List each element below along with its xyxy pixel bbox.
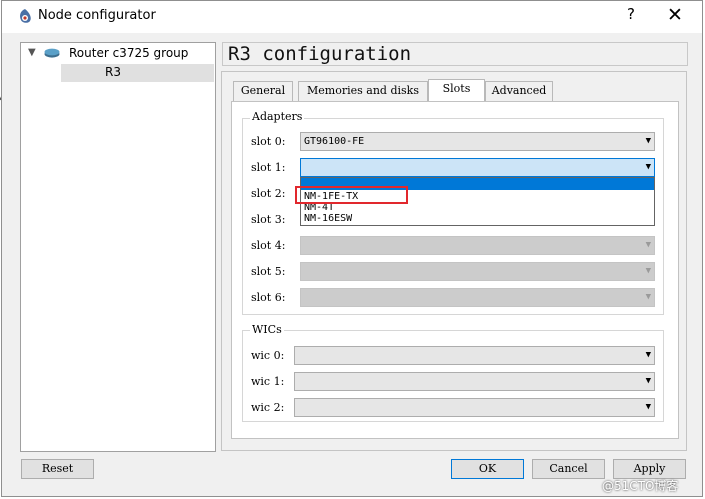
apply-button[interactable]: Apply	[613, 459, 686, 479]
router-icon	[44, 48, 60, 58]
chevron-down-icon: ▼	[645, 162, 651, 172]
annotation-highlight-box	[295, 186, 408, 204]
reset-button[interactable]: Reset	[21, 459, 94, 479]
dropdown-option-nm-16esw[interactable]: NM-16ESW	[304, 213, 352, 224]
slot-2-label: slot 2:	[251, 187, 286, 200]
chevron-down-icon: ▼	[645, 136, 651, 146]
node-configurator-window: Node configurator ? ✕ ▼ Router c3725 gro…	[1, 0, 703, 497]
chevron-down-icon[interactable]: ▼	[28, 47, 36, 58]
wic-1-select[interactable]: ▼	[294, 372, 655, 391]
slot-3-label: slot 3:	[251, 213, 286, 226]
wic-1-label: wic 1:	[251, 375, 285, 388]
chevron-down-icon: ▼	[645, 350, 651, 360]
node-tree[interactable]: ▼ Router c3725 group R3	[20, 42, 216, 452]
slot-1-select[interactable]: ▼	[300, 158, 655, 177]
title-bar: Node configurator ? ✕	[2, 1, 702, 33]
slot-4-select: ▼	[300, 236, 655, 255]
cancel-button[interactable]: Cancel	[532, 459, 605, 479]
wic-2-label: wic 2:	[251, 401, 285, 414]
ok-button[interactable]: OK	[451, 459, 524, 479]
help-button[interactable]: ?	[621, 5, 641, 27]
window-title: Node configurator	[38, 8, 156, 23]
tab-memories-and-disks[interactable]: Memories and disks	[298, 81, 428, 101]
slot-6-select: ▼	[300, 288, 655, 307]
chevron-down-icon: ▼	[645, 402, 651, 412]
watermark: @51CTO博客	[602, 479, 679, 493]
wics-group-title: WICs	[250, 323, 284, 336]
wic-0-label: wic 0:	[251, 349, 285, 362]
adapters-group-title: Adapters	[250, 110, 305, 123]
slot-1-label: slot 1:	[251, 161, 286, 174]
slot-5-select: ▼	[300, 262, 655, 281]
slot-0-label: slot 0:	[251, 135, 286, 148]
slot-6-label: slot 6:	[251, 291, 286, 304]
close-button[interactable]: ✕	[662, 4, 688, 28]
slot-5-label: slot 5:	[251, 265, 286, 278]
slot-0-select[interactable]: GT96100-FE ▼	[300, 132, 655, 151]
wic-0-select[interactable]: ▼	[294, 346, 655, 365]
tree-item-label: R3	[105, 65, 121, 79]
slot-4-label: slot 4:	[251, 239, 286, 252]
tree-item-r3[interactable]: R3	[61, 64, 214, 82]
chevron-down-icon: ▼	[645, 292, 651, 302]
chevron-down-icon: ▼	[645, 266, 651, 276]
tab-advanced[interactable]: Advanced	[485, 81, 553, 101]
tab-general[interactable]: General	[233, 81, 293, 101]
tab-slots[interactable]: Slots	[428, 79, 485, 102]
chevron-down-icon: ▼	[645, 376, 651, 386]
wic-2-select[interactable]: ▼	[294, 398, 655, 417]
tree-group-label[interactable]: Router c3725 group	[69, 46, 188, 60]
chevron-down-icon: ▼	[645, 240, 651, 250]
app-icon	[20, 9, 31, 23]
page-title: R3 configuration	[222, 42, 688, 66]
